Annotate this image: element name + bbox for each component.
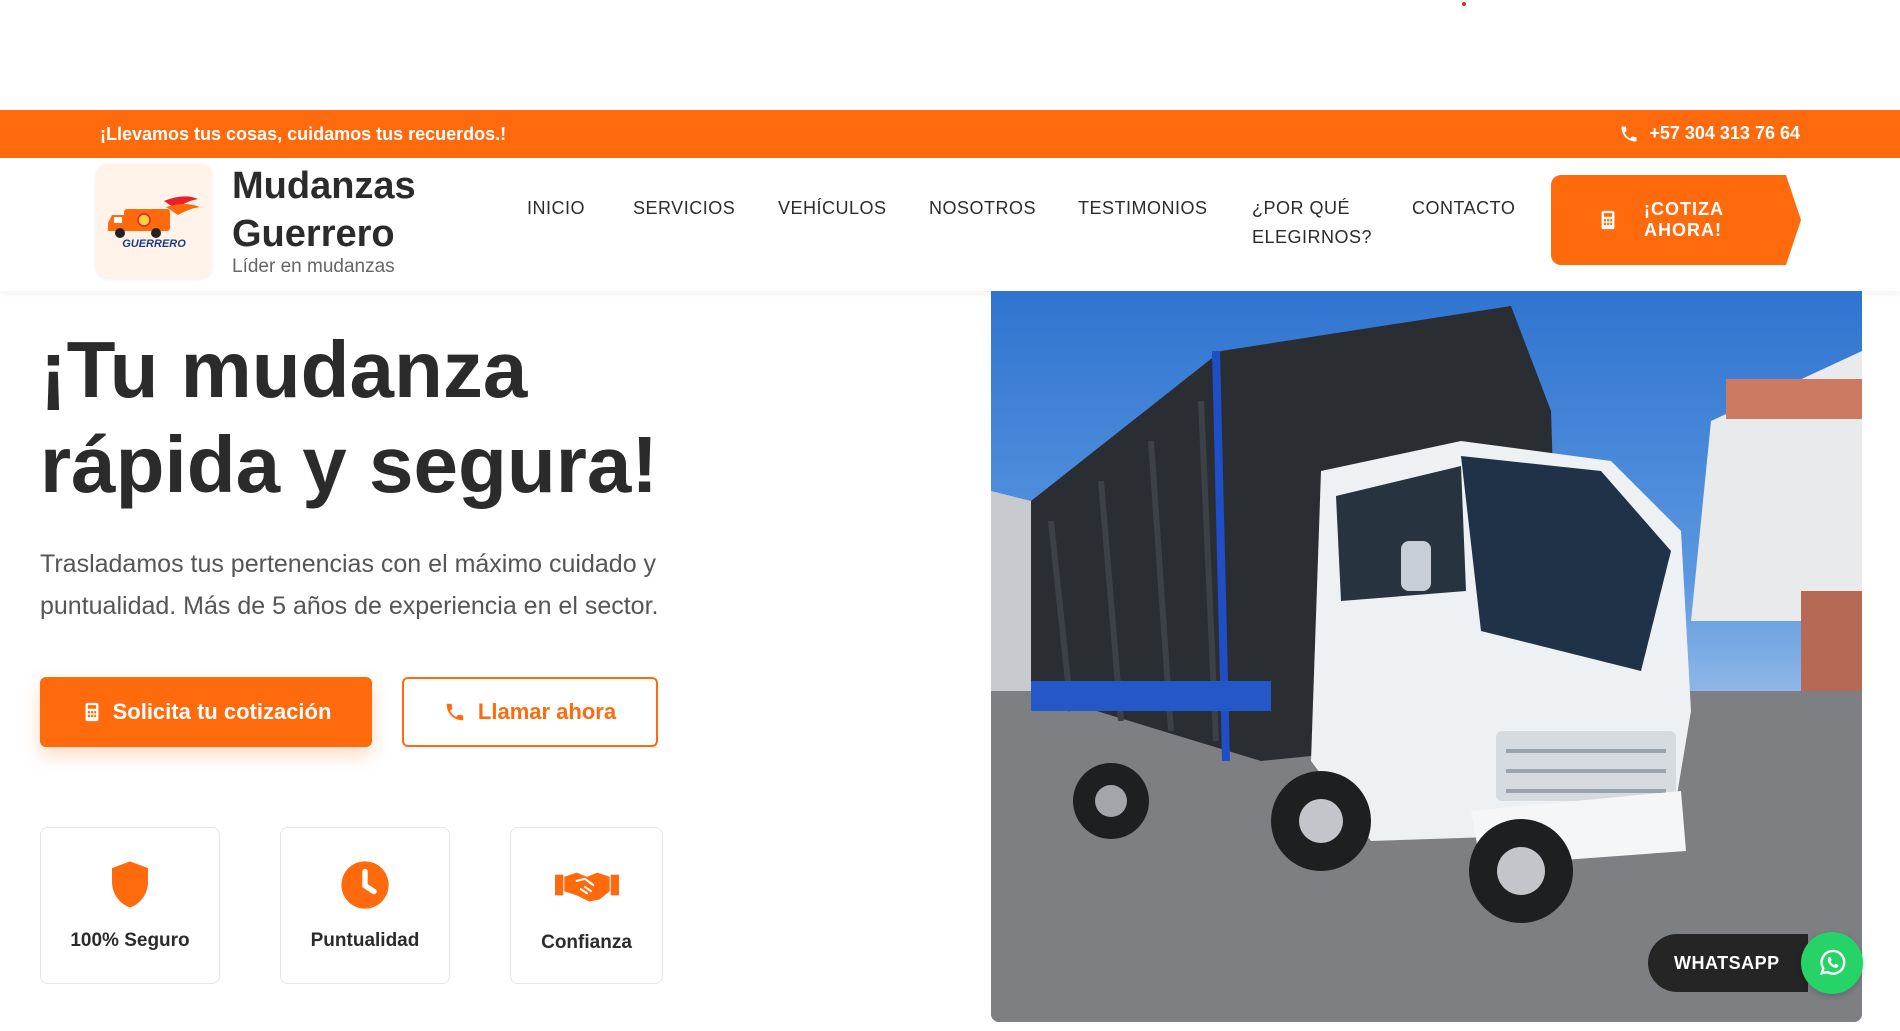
whatsapp-label-pill[interactable]: WHATSAPP (1648, 934, 1808, 992)
topbar-phone-link[interactable]: +57 304 313 76 64 (1619, 123, 1800, 144)
calculator-icon (1601, 210, 1615, 230)
brand-logo[interactable]: GUERRERO (96, 164, 212, 278)
request-quote-button[interactable]: Solicita tu cotización (40, 677, 372, 747)
whatsapp-button[interactable] (1801, 932, 1863, 994)
nav-item-nosotros[interactable]: NOSOTROS (929, 194, 1036, 223)
feature-label: Confianza (541, 932, 632, 953)
brand-name[interactable]: Mudanzas Guerrero (232, 162, 472, 258)
nav-item-servicios[interactable]: SERVICIOS (633, 194, 735, 223)
phone-icon (446, 703, 464, 721)
call-now-button[interactable]: Llamar ahora (402, 677, 658, 747)
phone-icon (1621, 126, 1637, 141)
tagline-text: ¡Llevamos tus cosas, cuidamos tus recuer… (100, 124, 507, 144)
feature-label: Puntualidad (310, 930, 420, 951)
hero-truck-photo (991, 291, 1862, 1022)
logo-wordmark: GUERRERO (122, 238, 186, 250)
hero-description: Trasladamos tus pertenencias con el máxi… (40, 550, 659, 620)
top-announcement-bar: ¡Llevamos tus cosas, cuidamos tus recuer… (0, 110, 1900, 158)
feature-card-seguro: 100% Seguro (40, 827, 220, 984)
red-dot-marker (1462, 2, 1466, 6)
call-now-label: Llamar ahora (477, 699, 617, 724)
blank-header-area (0, 0, 1900, 110)
nav-item-contacto[interactable]: CONTACTO (1412, 194, 1515, 223)
nav-item-vehiculos[interactable]: VEHÍCULOS (778, 194, 887, 223)
brand-subtitle: Líder en mudanzas (232, 256, 395, 277)
topbar-phone-number: +57 304 313 76 64 (1649, 123, 1800, 143)
feature-card-puntualidad: Puntualidad (280, 827, 450, 984)
truck-illustration-icon (991, 306, 1862, 1022)
feature-card-confianza: Confianza (510, 827, 663, 984)
shield-icon (112, 861, 148, 908)
clock-icon (341, 861, 389, 909)
cotiza-ahora-label: ¡COTIZA AHORA! (1644, 199, 1724, 240)
nav-item-testimonios[interactable]: TESTIMONIOS (1078, 194, 1208, 223)
nav-item-inicio[interactable]: INICIO (527, 194, 585, 223)
feature-label: 100% Seguro (70, 930, 190, 951)
whatsapp-icon (1819, 949, 1846, 975)
hero-title: ¡Tu mudanza rápida y segura! (40, 325, 659, 509)
cotiza-ahora-button[interactable]: ¡COTIZA AHORA! (1551, 175, 1801, 265)
request-quote-label: Solicita tu cotización (112, 699, 332, 724)
handshake-icon (554, 872, 619, 902)
calculator-icon (85, 702, 99, 722)
moving-truck-logo-icon: GUERRERO (108, 196, 200, 250)
nav-item-por-que-elegirnos[interactable]: ¿POR QUÉ ELEGIRNOS? (1252, 194, 1372, 252)
main-header: GUERRERO Mudanzas Guerrero Líder en muda… (0, 158, 1900, 291)
